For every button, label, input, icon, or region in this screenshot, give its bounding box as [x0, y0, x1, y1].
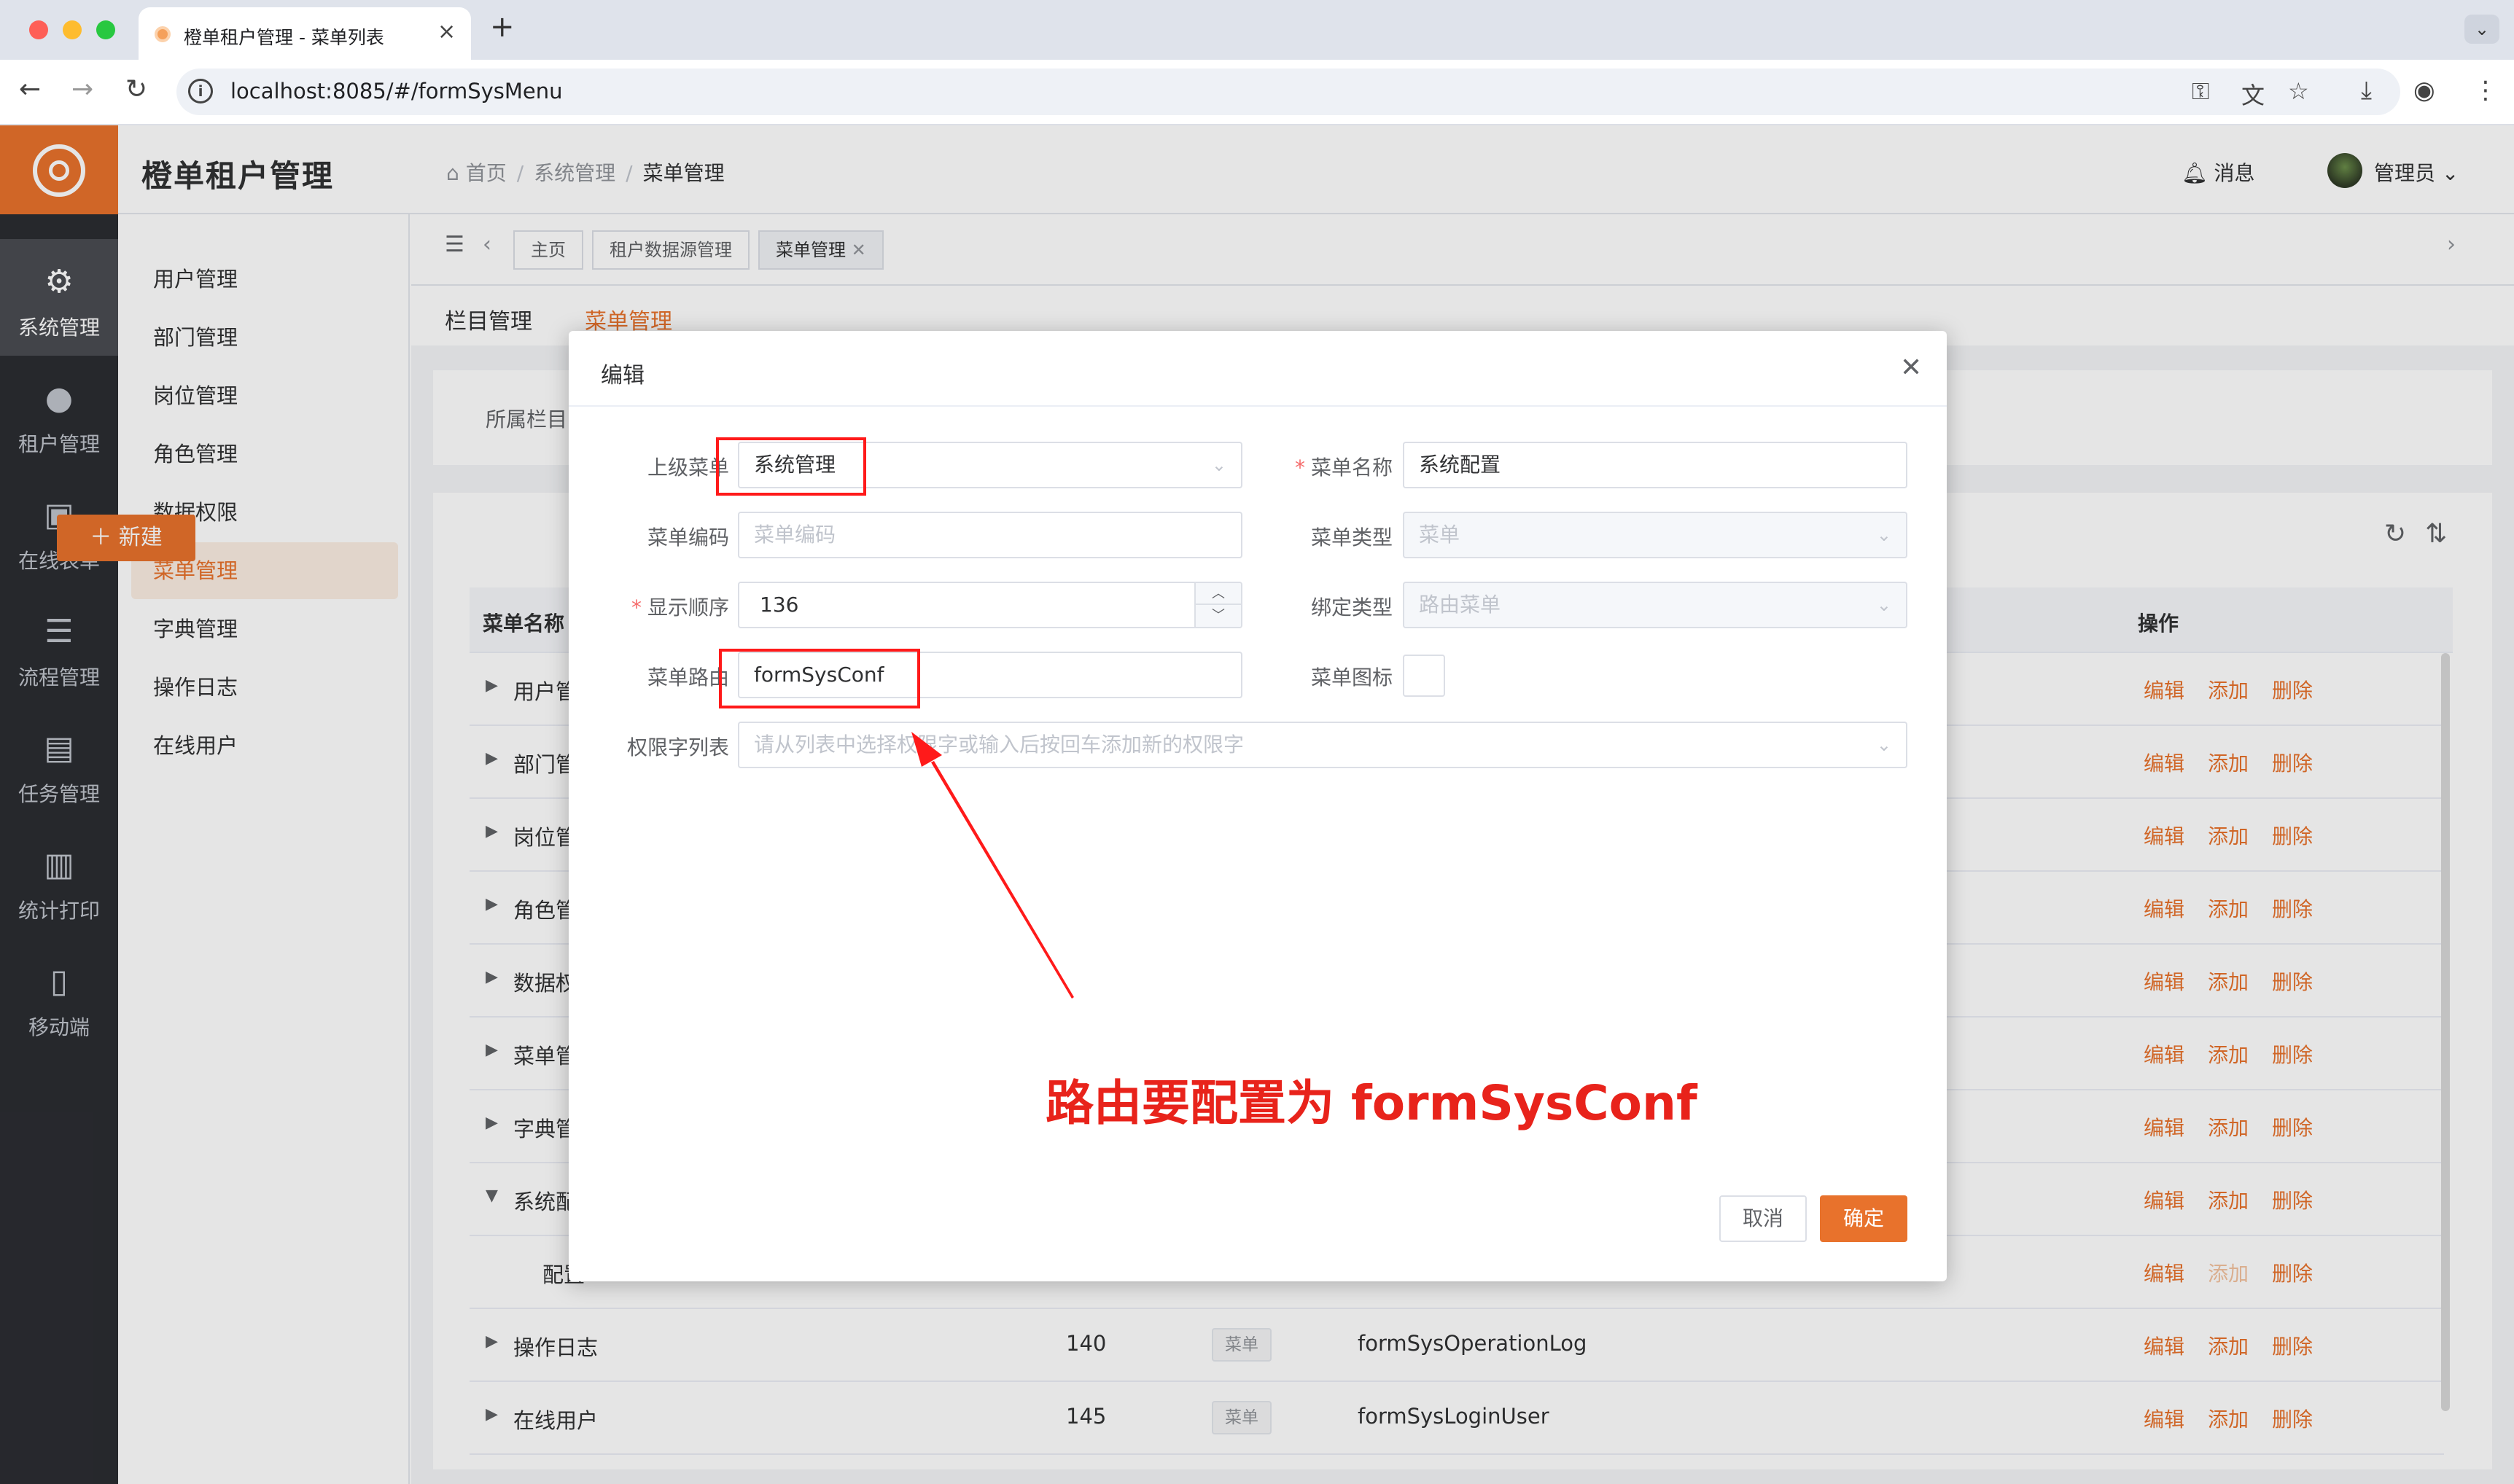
annotation-arrow	[911, 732, 1074, 999]
annotation-text: 路由要配置为 formSysConf	[1046, 1075, 1697, 1131]
